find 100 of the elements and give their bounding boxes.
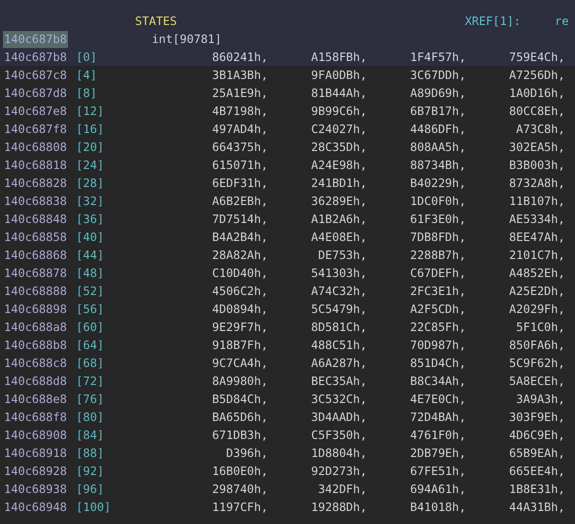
value-text: 2DB79Eh,: [409, 445, 466, 462]
value-text: 11B107h,: [508, 193, 565, 210]
value-text: 22C85Fh,: [409, 319, 466, 336]
value-text: 5A8ECEh,: [508, 373, 565, 390]
value-text: 25A1E9h,: [211, 85, 268, 102]
address-text: 140c68868: [4, 247, 68, 264]
value-text: 759E4Ch,: [508, 49, 565, 66]
value-text: A25E2Dh,: [508, 283, 565, 300]
listing-row[interactable]: 140c68838 [32] A6B2EBh, 36289Eh, 1DC0F0h, 11B107h,: [0, 192, 575, 210]
value-text: 488C51h,: [310, 337, 367, 354]
listing-row[interactable]: 140c68888 [52] 4506C2h, A74C32h, 2FC3E1h, A25E2Dh,: [0, 282, 575, 300]
index-text: [60]: [75, 319, 105, 336]
value-text: 342DFh,: [317, 481, 367, 498]
index-text: [56]: [75, 301, 105, 318]
listing-row[interactable]: 140c687d8 [8] 25A1E9h, 81B44Ah, A89D69h, 1A0D16h,: [0, 84, 575, 102]
value-text: 9FA0DBh,: [310, 67, 367, 84]
value-text: 19288Dh,: [310, 499, 367, 516]
value-text: A2F5CDh,: [409, 301, 466, 318]
listing-row[interactable]: 140c68908 [84] 671DB3h, C5F350h, 4761F0h, 4D6C9Eh,: [0, 426, 575, 444]
index-text: [0]: [75, 49, 98, 66]
index-text: [24]: [75, 157, 105, 174]
listing-row[interactable]: 140c687c8 [4] 3B1A3Bh, 9FA0DBh, 3C67DDh, A7256Dh,: [0, 66, 575, 84]
xref-label: XREF[1]:: [464, 13, 521, 30]
value-text: B8C34Ah,: [409, 373, 466, 390]
index-text: [36]: [75, 211, 105, 228]
listing-row[interactable]: 140c688b8 [64] 918B7Fh, 488C51h, 70D987h, 850FA6h,: [0, 336, 575, 354]
value-text: 61F3E0h,: [409, 211, 466, 228]
value-text: A24E98h,: [310, 157, 367, 174]
index-text: [28]: [75, 175, 105, 192]
value-text: 80CC8Eh,: [508, 103, 565, 120]
listing-row[interactable]: 140c68858 [40] B4A2B4h, A4E08Eh, 7DB8FDh, 8EE47Ah,: [0, 228, 575, 246]
value-text: 241BD1h,: [310, 175, 367, 192]
listing-row[interactable]: 140c68898 [56] 4D0894h, 5C5479h, A2F5CDh, A2029Fh,: [0, 300, 575, 318]
listing-row[interactable]: 140c687e8 [12] 4B7198h, 9B99C6h, 6B7B17h, 80CC8Eh,: [0, 102, 575, 120]
index-text: [92]: [75, 463, 105, 480]
address-text: 140c68888: [4, 283, 68, 300]
listing-row[interactable]: 140c68828 [28] 6EDF31h, 241BD1h, B40229h, 8732A8h,: [0, 174, 575, 192]
index-text: [100]: [75, 499, 112, 516]
value-text: A7256Dh,: [508, 67, 565, 84]
value-text: 6B7B17h,: [409, 103, 466, 120]
index-text: [84]: [75, 427, 105, 444]
value-text: 808AA5h,: [409, 139, 466, 156]
address-text: 140c688b8: [4, 337, 68, 354]
value-text: 4D6C9Eh,: [508, 427, 565, 444]
index-text: [12]: [75, 103, 105, 120]
listing-row[interactable]: 140c687b8 [0] 860241h, A158FBh, 1F4F57h, 759E4Ch,: [0, 48, 575, 66]
listing-row[interactable]: 140c68878 [48] C10D40h, 541303h, C67DEFh, A4852Eh,: [0, 264, 575, 282]
address-text: 140c68938: [4, 481, 68, 498]
listing-row[interactable]: 140c68948 [100] 1197CFh, 19288Dh, B41018h, 44A31Bh,: [0, 498, 575, 516]
address-text: 140c68858: [4, 229, 68, 246]
listing-row[interactable]: 140c688c8 [68] 9C7CA4h, A6A287h, 851D4Ch, 5C9F62h,: [0, 354, 575, 372]
value-text: 850FA6h,: [508, 337, 565, 354]
address-text: 140c68878: [4, 265, 68, 282]
address-text: 140c688a8: [4, 319, 68, 336]
index-text: [72]: [75, 373, 105, 390]
xref-link[interactable]: re: [554, 12, 569, 30]
listing-row[interactable]: 140c68938 [96] 298740h, 342DFh, 694A61h, 1B8E31h,: [0, 480, 575, 498]
listing-row[interactable]: 140c68928 [92] 16B0E0h, 92D273h, 67FE51h, 665EE4h,: [0, 462, 575, 480]
value-text: 541303h,: [310, 265, 367, 282]
value-text: BEC35Ah,: [310, 373, 367, 390]
value-text: 694A61h,: [409, 481, 466, 498]
listing-row[interactable]: 140c688d8 [72] 8A9980h, BEC35Ah, B8C34Ah, 5A8ECEh,: [0, 372, 575, 390]
address-text: 140c68838: [4, 193, 68, 210]
value-text: A4E08Eh,: [310, 229, 367, 246]
listing-row[interactable]: 140c688a8 [60] 9E29F7h, 8D581Ch, 22C85Fh, 5F1C0h,: [0, 318, 575, 336]
listing-row[interactable]: 140c688e8 [76] B5D84Ch, 3C532Ch, 4E7E0Ch, 3A9A3h,: [0, 390, 575, 408]
value-text: 9B99C6h,: [310, 103, 367, 120]
listing-row[interactable]: 140c68868 [44] 28A82Ah, DE753h, 2288B7h, 2101C7h,: [0, 246, 575, 264]
address-text: 140c688d8: [4, 373, 68, 390]
listing-row[interactable]: 140c688f8 [80] BA65D6h, 3D4AADh, 72D4BAh, 303F9Eh,: [0, 408, 575, 426]
value-text: 4D0894h,: [211, 301, 268, 318]
listing-row[interactable]: 140c68818 [24] 615071h, A24E98h, 88734Bh, B3B003h,: [0, 156, 575, 174]
value-text: 4E7E0Ch,: [409, 391, 466, 408]
value-text: B3B003h,: [508, 157, 565, 174]
value-text: 5C5479h,: [310, 301, 367, 318]
index-text: [64]: [75, 337, 105, 354]
address-text: 140c688c8: [4, 355, 68, 372]
value-text: 2288B7h,: [409, 247, 466, 264]
value-text: 28C35Dh,: [310, 139, 367, 156]
address-text: 140c68908: [4, 427, 68, 444]
value-text: C67DEFh,: [409, 265, 466, 282]
value-text: 65B9EAh,: [508, 445, 565, 462]
listing-row[interactable]: 140c687f8 [16] 497AD4h, C24027h, 4486DFh, A73C8h,: [0, 120, 575, 138]
index-text: [20]: [75, 139, 105, 156]
listing-row[interactable]: 140c68918 [88] D396h, 1D8804h, 2DB79Eh, 65B9EAh,: [0, 444, 575, 462]
value-text: 851D4Ch,: [409, 355, 466, 372]
value-text: 4761F0h,: [409, 427, 466, 444]
address-text: 140c68948: [4, 499, 68, 516]
listing-row[interactable]: 140c68808 [20] 664375h, 28C35Dh, 808AA5h, 302EA5h,: [0, 138, 575, 156]
value-text: 36289Eh,: [310, 193, 367, 210]
value-text: 3D4AADh,: [310, 409, 367, 426]
listing-row[interactable]: 140c68848 [36] 7D7514h, A1B2A6h, 61F3E0h, AE5334h,: [0, 210, 575, 228]
value-text: 1DC0F0h,: [409, 193, 466, 210]
value-text: D396h,: [225, 445, 268, 462]
value-text: 303F9Eh,: [508, 409, 565, 426]
value-text: DE753h,: [317, 247, 367, 264]
value-text: 615071h,: [211, 157, 268, 174]
value-text: A158FBh,: [310, 49, 367, 66]
index-text: [88]: [75, 445, 105, 462]
value-text: 4B7198h,: [211, 103, 268, 120]
